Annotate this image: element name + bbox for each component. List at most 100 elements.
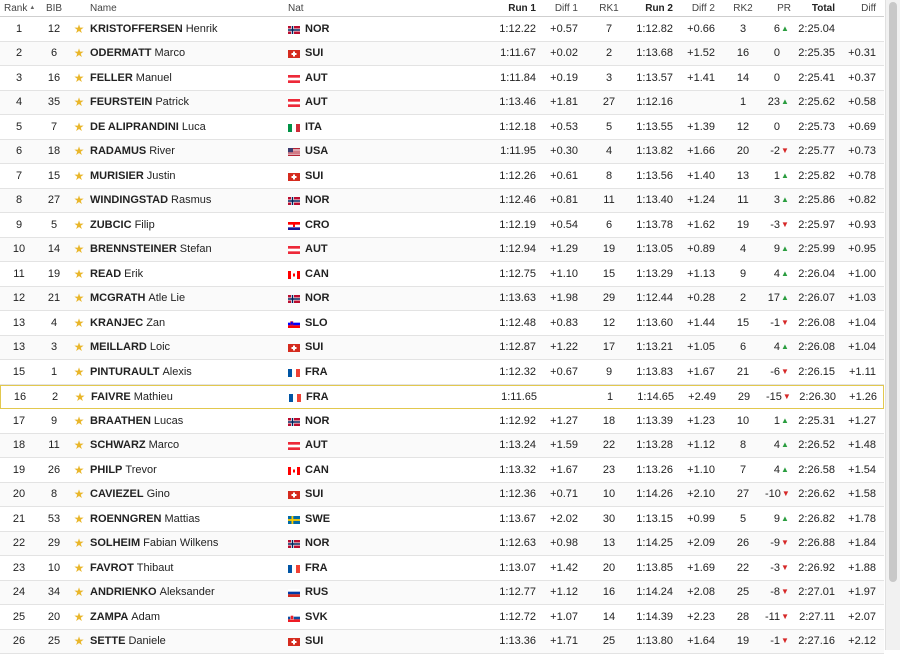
athlete-name[interactable]: KRISTOFFERSENHenrik	[90, 17, 218, 41]
star-icon[interactable]: ★	[73, 483, 85, 507]
star-icon[interactable]: ★	[73, 238, 85, 262]
athlete-name[interactable]: KRANJECZan	[90, 311, 165, 335]
table-row[interactable]: 2625★SETTEDanieleSUI1:13.36+1.71251:13.8…	[0, 630, 884, 654]
athlete-last-name: WINDINGSTAD	[90, 194, 168, 206]
athlete-name[interactable]: WINDINGSTADRasmus	[90, 189, 211, 213]
athlete-name[interactable]: SETTEDaniele	[90, 630, 166, 654]
athlete-name[interactable]: ODERMATTMarco	[90, 42, 185, 66]
table-row[interactable]: 2520★ZAMPAAdamSVK1:12.72+1.07141:14.39+2…	[0, 605, 884, 630]
athlete-name[interactable]: MEILLARDLoic	[90, 336, 170, 360]
pr-value: 9	[774, 513, 780, 525]
star-icon[interactable]: ★	[73, 189, 85, 213]
table-row[interactable]: 1014★BRENNSTEINERStefanAUT1:12.94+1.2919…	[0, 238, 884, 263]
table-row[interactable]: 827★WINDINGSTADRasmusNOR1:12.46+0.81111:…	[0, 189, 884, 214]
athlete-name[interactable]: BRAATHENLucas	[90, 409, 183, 433]
table-row[interactable]: 134★KRANJECZanSLO1:12.48+0.83121:13.60+1…	[0, 311, 884, 336]
athlete-name[interactable]: FAVROTThibaut	[90, 556, 174, 580]
table-row[interactable]: 95★ZUBCICFilipCRO1:12.19+0.5461:13.78+1.…	[0, 213, 884, 238]
star-icon[interactable]: ★	[73, 336, 85, 360]
star-icon[interactable]: ★	[73, 507, 85, 531]
table-row[interactable]: 316★FELLERManuelAUT1:11.84+0.1931:13.57+…	[0, 66, 884, 91]
star-icon[interactable]: ★	[74, 386, 86, 409]
table-row[interactable]: 112★KRISTOFFERSENHenrikNOR1:12.22+0.5771…	[0, 17, 884, 42]
star-icon[interactable]: ★	[73, 605, 85, 629]
table-row[interactable]: 2310★FAVROTThibautFRA1:13.07+1.42201:13.…	[0, 556, 884, 581]
header-bib[interactable]: BIB	[40, 0, 68, 16]
athlete-name[interactable]: MURISIERJustin	[90, 164, 176, 188]
table-row[interactable]: 2229★SOLHEIMFabian WilkensNOR1:12.63+0.9…	[0, 532, 884, 557]
header-run1[interactable]: Run 1	[486, 0, 536, 16]
table-row[interactable]: 1119★READErikCAN1:12.75+1.10151:13.29+1.…	[0, 262, 884, 287]
athlete-name[interactable]: BRENNSTEINERStefan	[90, 238, 212, 262]
bib-cell: 29	[40, 532, 68, 556]
run2-cell: 1:12.44	[623, 287, 673, 311]
star-icon[interactable]: ★	[73, 17, 85, 41]
star-icon[interactable]: ★	[73, 287, 85, 311]
star-icon[interactable]: ★	[73, 164, 85, 188]
star-icon[interactable]: ★	[73, 311, 85, 335]
table-row[interactable]: 2434★ANDRIENKOAleksanderRUS1:12.77+1.121…	[0, 581, 884, 606]
athlete-name[interactable]: FEURSTEINPatrick	[90, 91, 189, 115]
star-icon[interactable]: ★	[73, 66, 85, 90]
athlete-name[interactable]: SCHWARZMarco	[90, 434, 179, 458]
table-row[interactable]: 618★RADAMUSRiverUSA1:11.95+0.3041:13.82+…	[0, 140, 884, 165]
header-pr[interactable]: PR	[765, 0, 791, 16]
table-row[interactable]: 208★CAVIEZELGinoSUI1:12.36+0.71101:14.26…	[0, 483, 884, 508]
table-row[interactable]: 179★BRAATHENLucasNOR1:12.92+1.27181:13.3…	[0, 409, 884, 434]
star-icon[interactable]: ★	[73, 140, 85, 164]
sui-flag-icon	[288, 172, 300, 180]
header-diff[interactable]: Diff	[838, 0, 876, 16]
table-row[interactable]: 2153★ROENNGRENMattiasSWE1:13.67+2.02301:…	[0, 507, 884, 532]
header-rk2[interactable]: RK2	[729, 0, 757, 16]
star-icon[interactable]: ★	[73, 91, 85, 115]
table-row[interactable]: 1221★MCGRATHAtle LieNOR1:13.63+1.98291:1…	[0, 287, 884, 312]
athlete-name[interactable]: RADAMUSRiver	[90, 140, 175, 164]
star-icon[interactable]: ★	[73, 630, 85, 654]
athlete-name[interactable]: MCGRATHAtle Lie	[90, 287, 185, 311]
star-icon[interactable]: ★	[73, 532, 85, 556]
athlete-name[interactable]: FAIVREMathieu	[91, 386, 173, 409]
star-icon[interactable]: ★	[73, 434, 85, 458]
header-name[interactable]: Name	[90, 0, 117, 16]
star-icon[interactable]: ★	[73, 360, 85, 384]
star-icon[interactable]: ★	[73, 458, 85, 482]
header-rk1[interactable]: RK1	[595, 0, 623, 16]
star-icon[interactable]: ★	[73, 115, 85, 139]
table-row[interactable]: 1926★PHILPTrevorCAN1:13.32+1.67231:13.26…	[0, 458, 884, 483]
table-row[interactable]: 162★FAIVREMathieuFRA1:11.6511:14.65+2.49…	[0, 385, 884, 410]
star-icon[interactable]: ★	[73, 42, 85, 66]
star-icon[interactable]: ★	[73, 556, 85, 580]
athlete-name[interactable]: ANDRIENKOAleksander	[90, 581, 215, 605]
header-diff2[interactable]: Diff 2	[677, 0, 715, 16]
star-icon[interactable]: ★	[73, 213, 85, 237]
header-nat[interactable]: Nat	[288, 0, 304, 16]
table-row[interactable]: 57★DE ALIPRANDINILucaITA1:12.18+0.5351:1…	[0, 115, 884, 140]
table-row[interactable]: 1811★SCHWARZMarcoAUT1:13.24+1.59221:13.2…	[0, 434, 884, 459]
athlete-name[interactable]: READErik	[90, 262, 143, 286]
athlete-name[interactable]: ZAMPAAdam	[90, 605, 160, 629]
athlete-name[interactable]: ROENNGRENMattias	[90, 507, 200, 531]
athlete-name[interactable]: DE ALIPRANDINILuca	[90, 115, 206, 139]
athlete-name[interactable]: PINTURAULTAlexis	[90, 360, 192, 384]
header-total[interactable]: Total	[795, 0, 835, 16]
athlete-name[interactable]: ZUBCICFilip	[90, 213, 155, 237]
header-run2[interactable]: Run 2	[623, 0, 673, 16]
nation-cell: SUI	[288, 336, 323, 360]
star-icon[interactable]: ★	[73, 581, 85, 605]
table-row[interactable]: 133★MEILLARDLoicSUI1:12.87+1.22171:13.21…	[0, 336, 884, 361]
athlete-first-name: Marco	[155, 47, 186, 59]
vertical-scrollbar[interactable]	[885, 0, 900, 650]
table-row[interactable]: 26★ODERMATTMarcoSUI1:11.67+0.0221:13.68+…	[0, 42, 884, 67]
athlete-name[interactable]: CAVIEZELGino	[90, 483, 170, 507]
athlete-name[interactable]: PHILPTrevor	[90, 458, 157, 482]
table-row[interactable]: 151★PINTURAULTAlexisFRA1:12.32+0.6791:13…	[0, 360, 884, 385]
header-diff1[interactable]: Diff 1	[540, 0, 578, 16]
table-row[interactable]: 435★FEURSTEINPatrickAUT1:13.46+1.81271:1…	[0, 91, 884, 116]
table-row[interactable]: 715★MURISIERJustinSUI1:12.26+0.6181:13.5…	[0, 164, 884, 189]
scrollbar-thumb[interactable]	[889, 2, 897, 582]
athlete-name[interactable]: SOLHEIMFabian Wilkens	[90, 532, 218, 556]
header-rank[interactable]: Rank ▲	[4, 0, 34, 16]
star-icon[interactable]: ★	[73, 409, 85, 433]
athlete-name[interactable]: FELLERManuel	[90, 66, 172, 90]
star-icon[interactable]: ★	[73, 262, 85, 286]
